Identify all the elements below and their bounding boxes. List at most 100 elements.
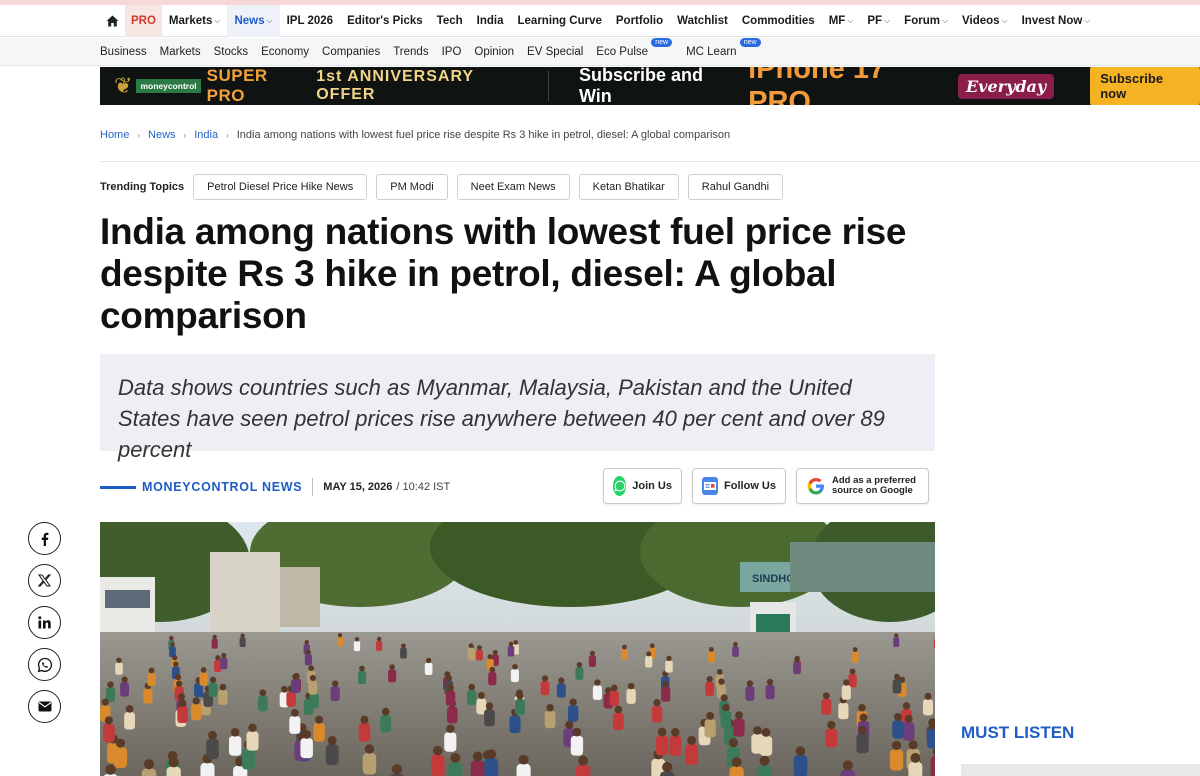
- home-icon[interactable]: [100, 5, 125, 37]
- nav-item-news[interactable]: News ⌵: [227, 5, 280, 37]
- nav-item-editor-s-picks[interactable]: Editor's Picks: [340, 5, 430, 37]
- subnav-item-label: IPO: [441, 46, 462, 58]
- email-icon[interactable]: [28, 690, 61, 723]
- subnav-item-ev-special[interactable]: EV Special: [527, 46, 596, 58]
- nav-item-label: News: [234, 15, 265, 27]
- subnav-item-markets[interactable]: Markets: [160, 46, 214, 58]
- nav-item-ipl-2026[interactable]: IPL 2026: [280, 5, 340, 37]
- subnav-item-label: Companies: [322, 46, 381, 58]
- nav-item-pf[interactable]: PF ⌵: [860, 5, 897, 37]
- banner-subscribe-button[interactable]: Subscribe now: [1090, 67, 1200, 105]
- x-icon[interactable]: [28, 564, 61, 597]
- subnav-item-label: Trends: [393, 46, 429, 58]
- nav-item-learning-curve[interactable]: Learning Curve: [511, 5, 609, 37]
- join-us-button[interactable]: Join Us: [603, 468, 682, 504]
- preferred-source-line2: source on Google: [832, 485, 913, 496]
- trending-chip[interactable]: Ketan Bhatikar: [578, 174, 679, 200]
- nav-item-mf[interactable]: MF ⌵: [822, 5, 861, 37]
- chevron-right-icon: ›: [226, 130, 229, 140]
- nav-item-label: Learning Curve: [517, 15, 602, 27]
- subnav-item-stocks[interactable]: Stocks: [214, 46, 262, 58]
- chevron-down-icon: ⌵: [884, 16, 891, 25]
- nav-item-markets[interactable]: Markets ⌵: [162, 5, 228, 37]
- subnav-item-label: Markets: [159, 46, 201, 58]
- breadcrumb-india[interactable]: India: [194, 129, 218, 141]
- subnav-item-companies[interactable]: Companies: [322, 46, 393, 58]
- nav-item-label: MF: [828, 15, 846, 27]
- follow-us-button[interactable]: Follow Us: [692, 468, 786, 504]
- follow-us-label: Follow Us: [724, 480, 776, 492]
- laurel-icon: ❦: [114, 73, 133, 98]
- nav-item-label: IPL 2026: [286, 15, 334, 27]
- chevron-right-icon: ›: [137, 130, 141, 140]
- linkedin-icon[interactable]: [28, 606, 61, 639]
- chevron-down-icon: ⌵: [1084, 16, 1091, 25]
- subnav-item-ipo[interactable]: IPO: [442, 46, 475, 58]
- whatsapp-icon: [613, 476, 627, 496]
- subnav-item-economy[interactable]: Economy: [261, 46, 322, 58]
- subnav-item-business[interactable]: Business: [100, 46, 160, 58]
- chevron-right-icon: ›: [183, 130, 187, 140]
- banner-subscribe-win: Subscribe and Win: [578, 67, 703, 105]
- trending-topics: Trending Topics Petrol Diesel Price Hike…: [100, 174, 792, 200]
- nav-item-watchlist[interactable]: Watchlist: [670, 5, 735, 37]
- byline-divider: [312, 478, 314, 496]
- nav-item-label: Videos: [962, 15, 1000, 27]
- chevron-down-icon: ⌵: [214, 16, 221, 25]
- preferred-source-button[interactable]: Add as a preferred source on Google: [796, 468, 929, 504]
- must-listen-card[interactable]: [961, 764, 1200, 776]
- trending-chip[interactable]: Neet Exam News: [456, 174, 570, 200]
- nav-item-label: Markets: [168, 15, 213, 27]
- primary-nav: PRO Markets ⌵ News ⌵ IPL 2026 Editor's Picks Te…: [0, 5, 1200, 37]
- trending-chip[interactable]: Rahul Gandhi: [687, 174, 784, 200]
- preferred-source-label: Add as a preferred source on Google: [832, 476, 916, 496]
- nav-item-portfolio[interactable]: Portfolio: [609, 5, 670, 37]
- banner-anniversary: 1st ANNIVERSARY OFFER: [316, 68, 474, 103]
- article-headline: India among nations with lowest fuel pri…: [100, 211, 907, 336]
- chevron-down-icon: ⌵: [1001, 16, 1008, 25]
- hero-photo: SINDHOR: [100, 522, 935, 776]
- subnav-item-label: Opinion: [474, 46, 515, 58]
- nav-item-label: Commodities: [741, 15, 815, 27]
- subnav-item-mc-learn[interactable]: MC Learn new: [686, 38, 775, 58]
- byline: MONEYCONTROL NEWS MAY 15, 2026 / 10:42 I…: [100, 478, 450, 496]
- banner-everyday: Everyday: [957, 73, 1055, 99]
- nav-item-tech[interactable]: Tech: [430, 5, 470, 37]
- banner-brand: moneycontrol: [136, 79, 201, 93]
- promo-banner[interactable]: ❦ moneycontrol SUPER PRO 1st ANNIVERSARY…: [100, 67, 1200, 105]
- subnav-item-label: Eco Pulse: [596, 46, 649, 58]
- breadcrumb-home[interactable]: Home: [100, 129, 129, 141]
- new-badge: new: [739, 38, 761, 47]
- article-summary-box: Data shows countries such as Myanmar, Ma…: [100, 354, 935, 462]
- trending-chip[interactable]: Petrol Diesel Price Hike News: [193, 174, 368, 200]
- divider: [100, 161, 1200, 162]
- nav-item-forum[interactable]: Forum ⌵: [897, 5, 955, 37]
- nav-item-videos[interactable]: Videos ⌵: [955, 5, 1015, 37]
- nav-item-label: Editor's Picks: [347, 15, 423, 27]
- nav-item-invest-now[interactable]: Invest Now ⌵: [1015, 5, 1098, 37]
- nav-item-label: India: [476, 15, 504, 27]
- facebook-icon[interactable]: [28, 522, 61, 555]
- breadcrumb: Home › News › India › India among nation…: [100, 129, 730, 141]
- article-hero-image[interactable]: SINDHOR: [100, 522, 935, 776]
- nav-item-label: PF: [867, 15, 883, 27]
- trending-label: Trending Topics: [100, 181, 185, 193]
- subnav-item-eco-pulse[interactable]: Eco Pulse new: [596, 38, 686, 58]
- subnav-item-trends[interactable]: Trends: [393, 46, 441, 58]
- breadcrumb-current: India among nations with lowest fuel pri…: [236, 129, 731, 141]
- publish-time: / 10:42 IST: [396, 481, 451, 493]
- nav-item-india[interactable]: India: [470, 5, 511, 37]
- breadcrumb-news[interactable]: News: [148, 129, 176, 141]
- subnav-item-opinion[interactable]: Opinion: [474, 46, 527, 58]
- trending-chip[interactable]: PM Modi: [376, 174, 448, 200]
- whatsapp-icon[interactable]: [28, 648, 61, 681]
- chevron-down-icon: ⌵: [941, 16, 949, 25]
- nav-item-pro[interactable]: PRO: [125, 5, 162, 37]
- author-link[interactable]: MONEYCONTROL NEWS: [142, 480, 302, 494]
- subnav-item-label: MC Learn: [686, 46, 737, 58]
- new-badge: new: [651, 38, 673, 47]
- subnav-item-label: Business: [100, 46, 147, 58]
- nav-item-label: PRO: [131, 15, 156, 27]
- nav-item-commodities[interactable]: Commodities: [735, 5, 822, 37]
- banner-superpro: SUPER PRO: [206, 67, 268, 105]
